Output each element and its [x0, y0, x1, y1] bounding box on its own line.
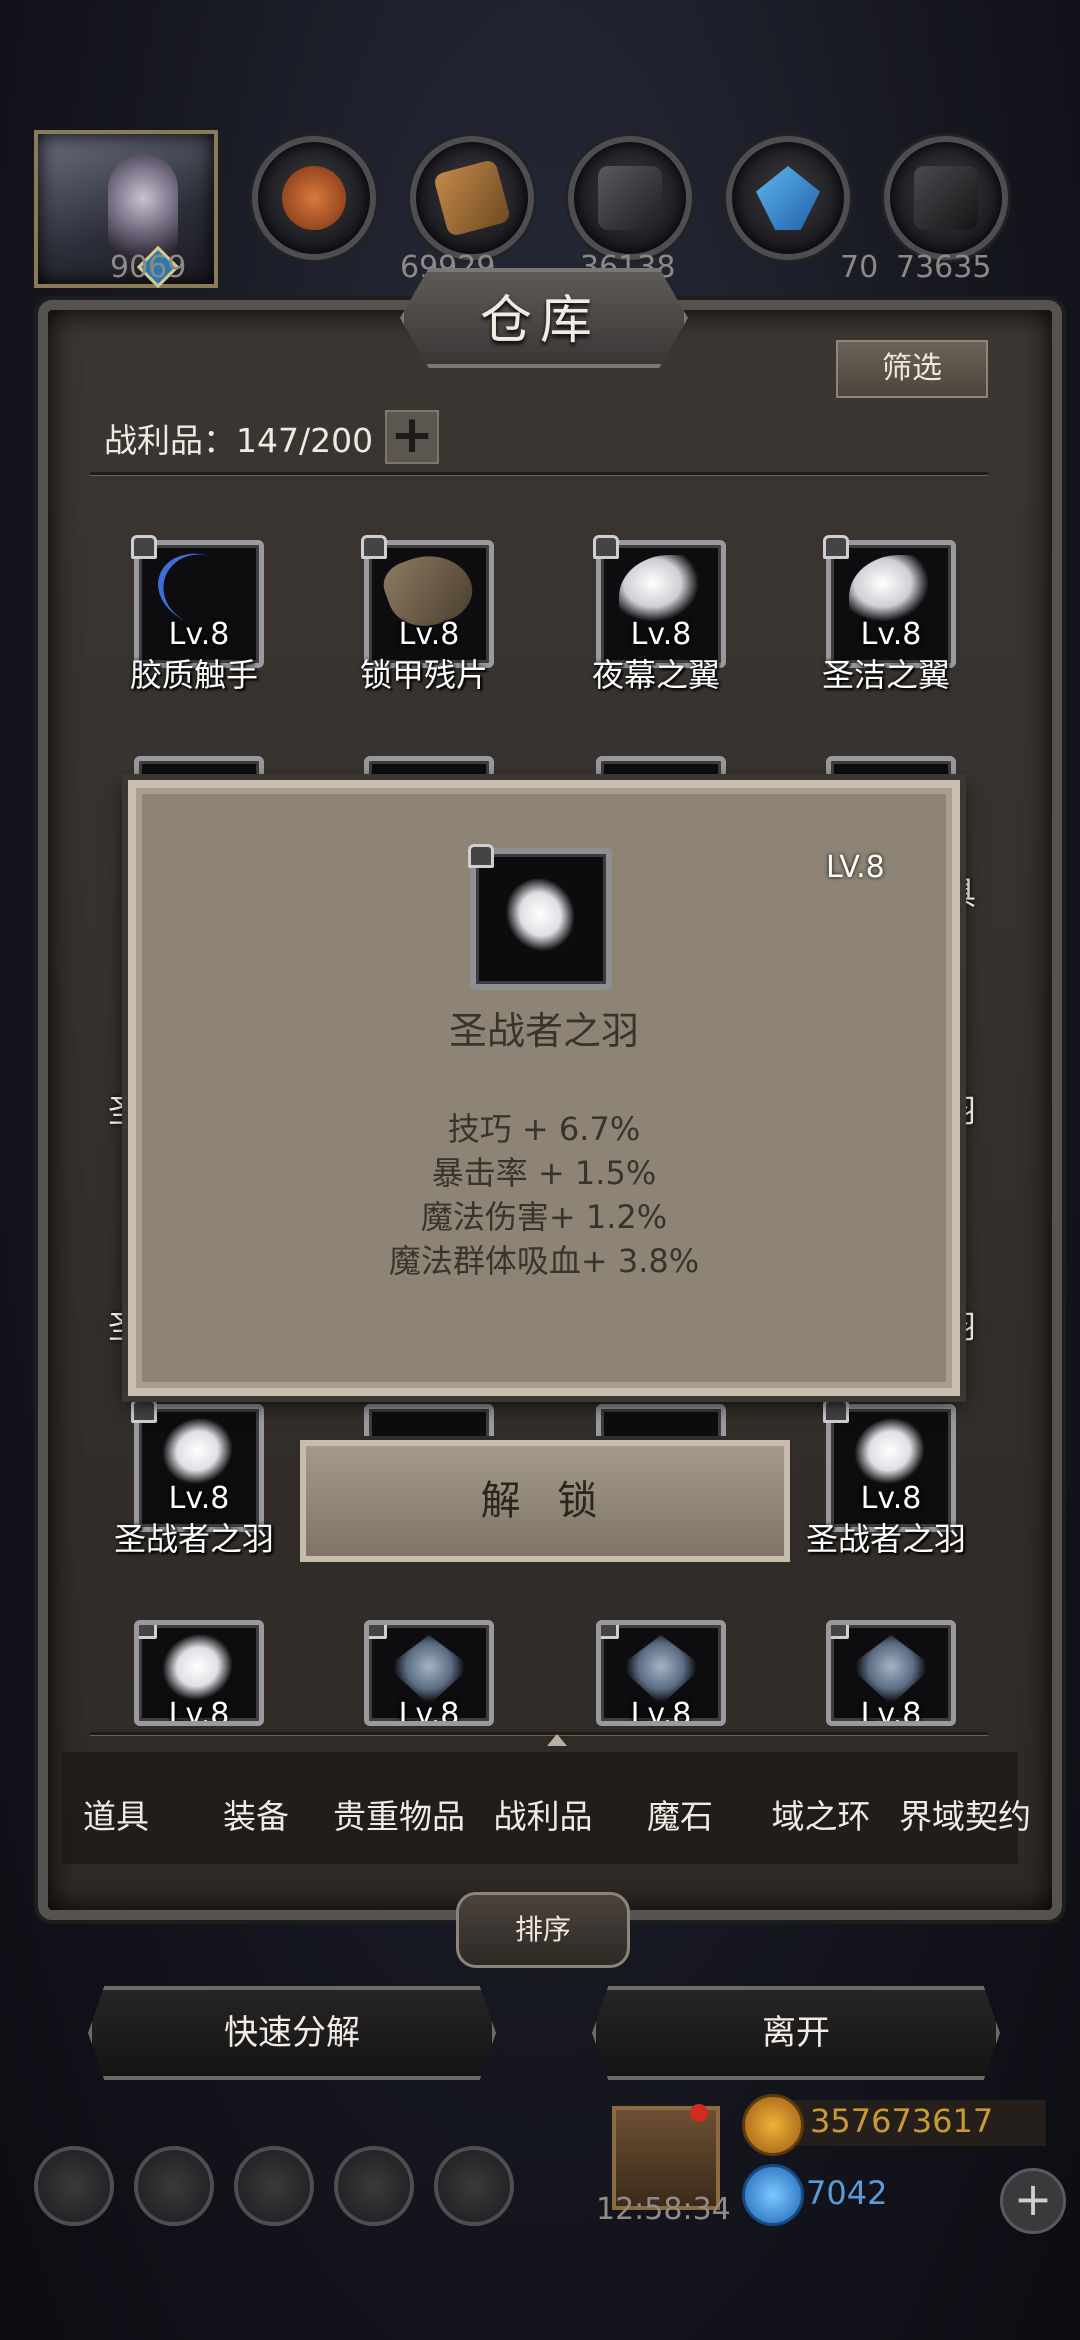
item-level: Lv.8: [630, 1697, 692, 1726]
header-divider: [90, 472, 988, 475]
resource-value-crystal: 70: [840, 250, 879, 285]
item-level: Lv.8: [168, 1697, 230, 1726]
active-tab-indicator: [547, 1734, 567, 1746]
filter-button[interactable]: 筛选: [836, 340, 988, 398]
item-slot[interactable]: Lv.8: [131, 535, 264, 668]
leave-button[interactable]: 离开: [592, 1986, 1000, 2080]
lock-icon: [139, 1625, 157, 1639]
popup-item-name: 圣战者之羽: [448, 1009, 639, 1053]
page-title: 仓库: [479, 291, 600, 351]
lock-icon: [131, 1399, 157, 1423]
lock-icon: [361, 535, 387, 559]
item-name: 圣战者之羽: [113, 1520, 274, 1558]
tab-valuables[interactable]: 贵重物品: [326, 1790, 472, 1838]
wing-icon: [849, 555, 933, 625]
item-slot[interactable]: Lv.8: [131, 1399, 264, 1532]
item-slot[interactable]: Lv.8: [823, 1399, 956, 1532]
item-slot[interactable]: Lv.8: [134, 1620, 264, 1726]
iron-icon: [598, 166, 662, 230]
expand-capacity-button[interactable]: +: [385, 409, 439, 464]
stone-icon: [914, 166, 978, 230]
lock-icon: [131, 535, 157, 559]
unlock-button[interactable]: 解 锁: [296, 1436, 794, 1566]
item-name: 锁甲残片: [359, 656, 488, 694]
lock-icon: [593, 535, 619, 559]
item-slot[interactable]: Lv.8: [364, 1620, 494, 1726]
tab-realm-contract[interactable]: 界域契约: [892, 1790, 1038, 1838]
emblem-icon: [849, 1635, 933, 1705]
item-slot[interactable]: Lv.8: [593, 535, 726, 668]
emblem-icon: [387, 1635, 471, 1705]
item-name: 夜幕之翼: [591, 656, 720, 694]
lock-icon: [823, 535, 849, 559]
game-clock: 12:58:34: [596, 2192, 731, 2227]
item-name: 圣战者之羽: [805, 1520, 966, 1558]
resource-orb-wood[interactable]: [410, 136, 534, 260]
quick-decompose-button[interactable]: 快速分解: [88, 1986, 496, 2080]
stat-line: 暴击率 + 1.5%: [431, 1154, 657, 1192]
gem-amount: 7042: [806, 2174, 888, 2212]
lock-icon: [601, 1625, 619, 1639]
tab-domain-ring[interactable]: 域之环: [764, 1790, 878, 1838]
menu-round-button[interactable]: [134, 2146, 214, 2226]
item-level: Lv.8: [860, 617, 922, 652]
notification-dot: [690, 2104, 708, 2122]
resource-orb-meat[interactable]: [252, 136, 376, 260]
avatar-value: 9069: [110, 250, 187, 285]
menu-round-button[interactable]: [234, 2146, 314, 2226]
avatar-portrait: [108, 154, 178, 264]
popup-item-level: LV.8: [826, 850, 885, 885]
lock-icon: [831, 1625, 849, 1639]
lock-icon: [369, 1625, 387, 1639]
emblem-icon: [619, 1635, 703, 1705]
item-level: Lv.8: [398, 617, 460, 652]
item-slot[interactable]: Lv.8: [826, 1620, 956, 1726]
sort-button[interactable]: 排序: [456, 1892, 630, 1968]
item-level: Lv.8: [398, 1697, 460, 1726]
gold-amount: 357673617: [810, 2102, 994, 2140]
mail-icon[interactable]: [334, 2146, 414, 2226]
wing-icon: [619, 555, 703, 625]
popup-item-slot: [468, 844, 612, 990]
add-currency-button[interactable]: +: [1000, 2168, 1066, 2234]
tab-items[interactable]: 道具: [70, 1790, 162, 1838]
resource-orb-stone[interactable]: [884, 136, 1008, 260]
tab-magic-stone[interactable]: 魔石: [634, 1790, 726, 1838]
tab-loot[interactable]: 战利品: [486, 1790, 600, 1838]
resource-value-stone: 73635: [896, 250, 992, 285]
crystal-icon: [756, 166, 820, 230]
lock-icon: [823, 1399, 849, 1423]
item-level: Lv.8: [168, 617, 230, 652]
item-level: Lv.8: [168, 1481, 230, 1516]
feather-icon: [488, 864, 596, 972]
stat-line: 技巧 + 6.7%: [447, 1110, 641, 1148]
item-slot[interactable]: Lv.8: [361, 535, 494, 668]
resource-orb-crystal[interactable]: [726, 136, 850, 260]
tab-equipment[interactable]: 装备: [210, 1790, 302, 1838]
loot-capacity: 战利品：147/200: [104, 421, 374, 460]
item-slot[interactable]: Lv.8: [823, 535, 956, 668]
resource-orb-iron[interactable]: [568, 136, 692, 260]
item-level: Lv.8: [860, 1697, 922, 1726]
wood-icon: [432, 158, 512, 238]
stat-line: 魔法群体吸血+ 3.8%: [388, 1242, 700, 1280]
meat-icon: [282, 166, 346, 230]
item-level: Lv.8: [860, 1481, 922, 1516]
grid-divider: [90, 1732, 988, 1735]
item-level: Lv.8: [630, 617, 692, 652]
item-name: 胶质触手: [129, 656, 258, 694]
item-name: 圣洁之翼: [821, 656, 950, 694]
menu-round-button[interactable]: [434, 2146, 514, 2226]
stat-line: 魔法伤害+ 1.2%: [420, 1198, 668, 1236]
diamond-icon: [742, 2164, 804, 2226]
settings-gear-icon[interactable]: [34, 2146, 114, 2226]
lock-icon: [468, 844, 494, 868]
gold-coin-icon: [742, 2094, 804, 2156]
item-slot[interactable]: Lv.8: [596, 1620, 726, 1726]
